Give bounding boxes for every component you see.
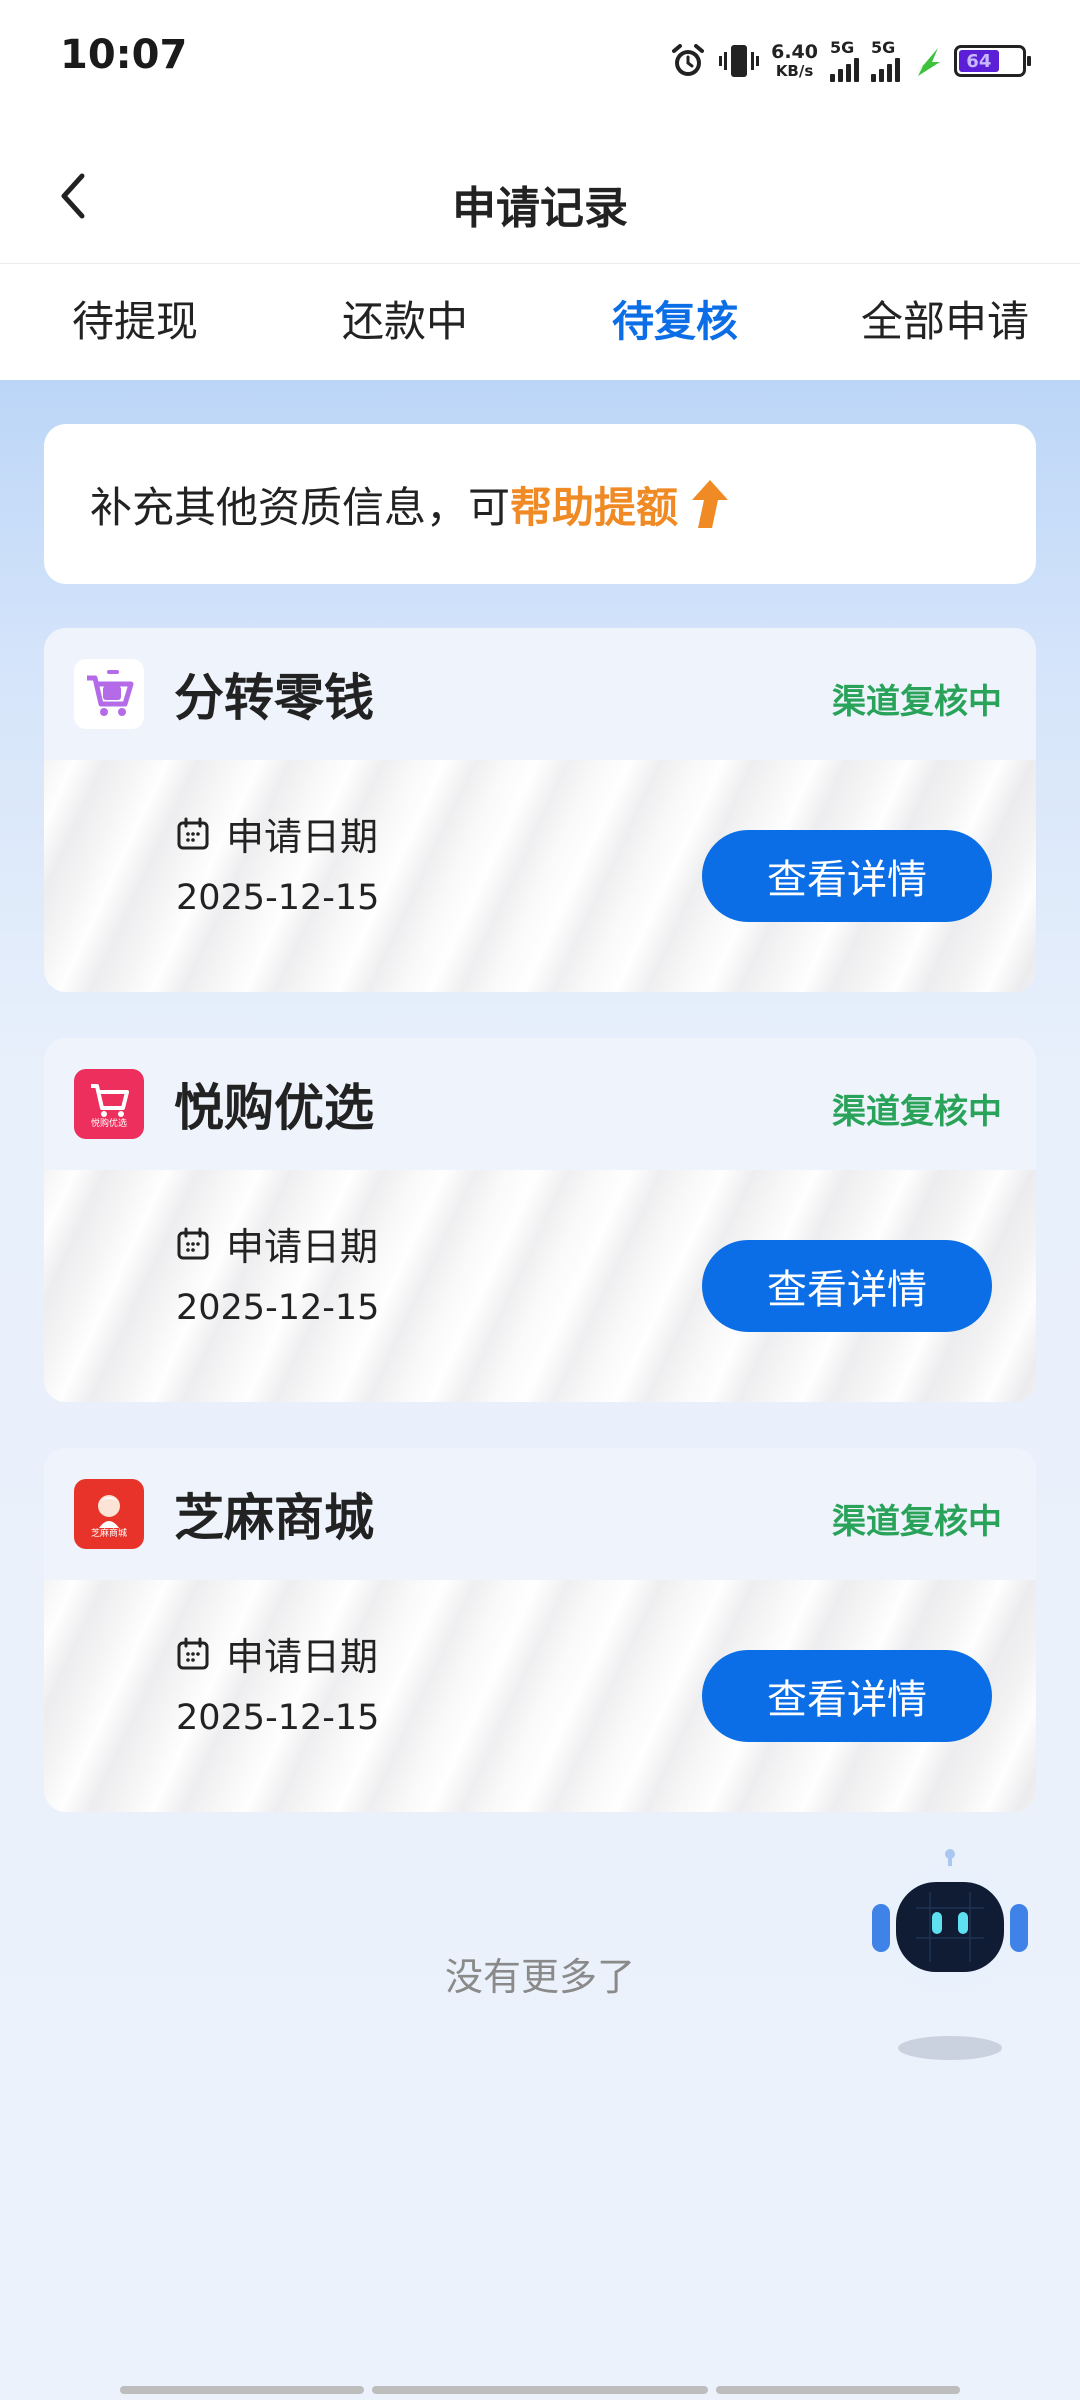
battery-icon: 64	[954, 45, 1031, 77]
view-details-button[interactable]: 查看详情	[702, 830, 992, 922]
page-title: 申请记录	[452, 183, 628, 234]
date-label: 申请日期	[226, 1635, 379, 1679]
date-label: 申请日期	[226, 815, 379, 859]
app-logo: 芝麻商城	[74, 1479, 144, 1549]
signal-icon: 5G	[830, 40, 859, 82]
date-label-row: 申请日期	[176, 1216, 378, 1271]
calendar-icon	[177, 1227, 209, 1259]
record-card: 分转零钱 渠道复核中 申请日期 2025-12-15 查看详情	[44, 628, 1036, 992]
app-name: 悦购优选	[174, 1079, 374, 1137]
date-label-row: 申请日期	[176, 806, 378, 861]
network-speed-value: 6.40	[771, 41, 818, 63]
date-label: 申请日期	[226, 1225, 379, 1269]
logo-caption: 芝麻商城	[90, 1528, 127, 1539]
app-logo	[74, 659, 144, 729]
banner-highlight: 帮助提额	[510, 482, 679, 532]
app-logo: 悦购优选	[74, 1069, 144, 1139]
calendar-icon	[177, 817, 209, 849]
nav-gesture-bar	[716, 2386, 960, 2394]
banner-text: 补充其他资质信息，可	[90, 482, 511, 532]
tab-pending-review[interactable]: 待复核	[540, 264, 810, 380]
date-label-row: 申请日期	[176, 1626, 378, 1681]
nav-gesture-bar	[120, 2386, 364, 2394]
status-badge: 渠道复核中	[832, 1092, 1002, 1132]
apply-date: 2025-12-15	[176, 1698, 380, 1738]
app-name: 芝麻商城	[174, 1489, 374, 1547]
tab-all-applications[interactable]: 全部申请	[810, 264, 1080, 380]
tab-bar: 待提现 还款中 待复核 全部申请	[0, 264, 1080, 380]
arrow-up-icon	[692, 480, 729, 528]
status-icons: 6.40 KB/s 5G 5G 64	[669, 36, 1031, 86]
tab-pending-withdraw[interactable]: 待提现	[0, 264, 270, 380]
robot-icon	[872, 1849, 1028, 2060]
battery-fill: 64	[959, 50, 999, 72]
card-header: 分转零钱 渠道复核中	[44, 628, 1036, 760]
nav-header: 申请记录	[0, 120, 1080, 264]
status-badge: 渠道复核中	[832, 1502, 1002, 1542]
card-body: 申请日期 2025-12-15 查看详情	[44, 1580, 1036, 1812]
record-card: 芝麻商城 芝麻商城 渠道复核中 申请日期 2025-12-15 查看详情	[44, 1448, 1036, 1812]
vibrate-icon	[719, 45, 760, 77]
signal-icon: 5G	[871, 40, 900, 82]
status-time: 10:07	[60, 32, 188, 78]
nav-gesture-bar	[372, 2386, 708, 2394]
view-details-button[interactable]: 查看详情	[702, 1650, 992, 1742]
tab-repaying[interactable]: 还款中	[270, 264, 540, 380]
card-header: 芝麻商城 芝麻商城 渠道复核中	[44, 1448, 1036, 1580]
mascot-icon	[98, 1494, 120, 1528]
view-details-button[interactable]: 查看详情	[702, 1240, 992, 1332]
charging-icon	[916, 48, 940, 76]
card-body: 申请日期 2025-12-15 查看详情	[44, 760, 1036, 992]
assistant-robot-button[interactable]	[870, 1848, 1030, 2068]
logo-caption: 悦购优选	[90, 1118, 127, 1129]
network-speed-unit: KB/s	[775, 62, 814, 80]
app-name: 分转零钱	[174, 669, 374, 727]
calendar-icon	[177, 1637, 209, 1669]
record-card: 悦购优选 悦购优选 渠道复核中 申请日期 2025-12-15 查看详情	[44, 1038, 1036, 1402]
status-bar: 10:07 6.40 KB/s 5G 5G 64	[0, 0, 1080, 120]
shopping-cart-icon	[91, 1083, 129, 1117]
quota-boost-banner[interactable]: 补充其他资质信息，可 帮助提额	[44, 424, 1036, 584]
sim2-label: 5G	[871, 38, 896, 57]
status-badge: 渠道复核中	[832, 682, 1002, 722]
sim1-label: 5G	[830, 38, 855, 57]
apply-date: 2025-12-15	[176, 1288, 380, 1328]
alarm-icon	[672, 44, 705, 76]
network-speed: 6.40 KB/s	[771, 43, 818, 79]
apply-date: 2025-12-15	[176, 878, 380, 918]
battery-level: 64	[966, 50, 992, 72]
shopping-cart-icon	[87, 670, 134, 716]
card-body: 申请日期 2025-12-15 查看详情	[44, 1170, 1036, 1402]
card-header: 悦购优选 悦购优选 渠道复核中	[44, 1038, 1036, 1170]
